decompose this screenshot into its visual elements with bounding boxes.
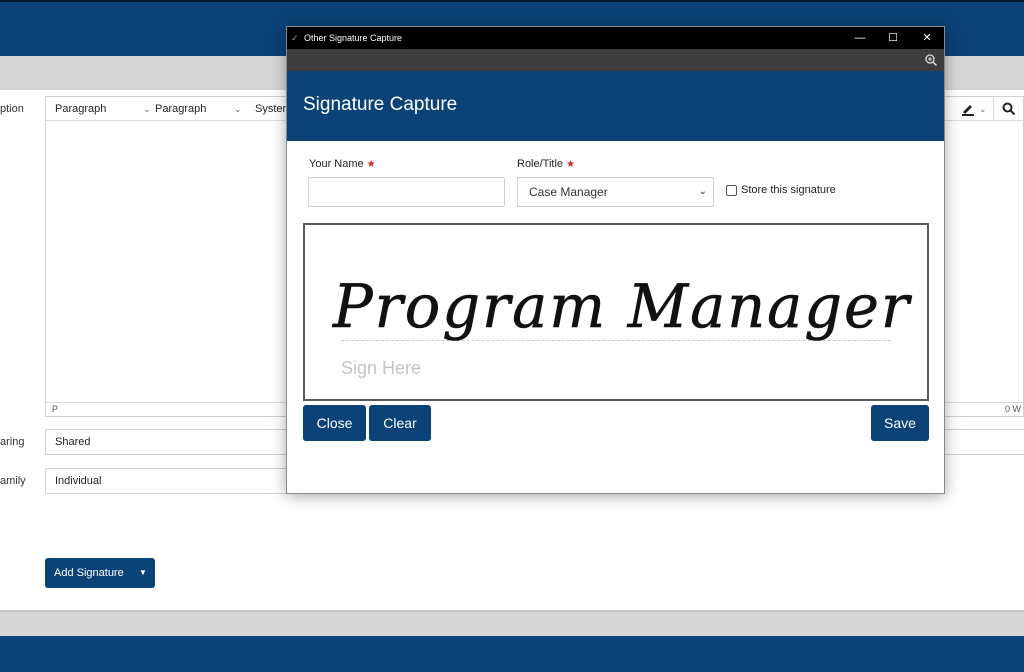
format-dropdown-2[interactable]: Paragraph ⌄ [155,97,251,121]
word-count: 0 W [1004,404,1021,414]
caret-down-icon[interactable]: ▼ [139,558,147,588]
minimize-button[interactable]: — [844,27,876,49]
signature-capture-window: ✓ Other Signature Capture — ☐ ✕ Signatur… [286,26,945,494]
format-dropdown-1[interactable]: Paragraph ⌄ [55,97,151,121]
role-title-label: Role/Title ★ [517,158,575,170]
app-bottom-band [0,636,1024,672]
format-dropdown-1-label: Paragraph [55,103,107,115]
zoom-icon[interactable] [924,53,938,67]
clear-button[interactable]: Clear [369,405,431,441]
format-dropdown-2-label: Paragraph [155,103,207,115]
close-button[interactable]: Close [303,405,366,441]
save-button[interactable]: Save [871,405,929,441]
family-label: amily [0,475,26,487]
your-name-label-text: Your Name [309,158,364,170]
chevron-down-icon: ⌄ [143,104,151,114]
sharing-select-extension [944,429,1024,455]
store-signature-checkbox[interactable] [726,185,737,196]
role-title-selected: Case Manager [529,185,608,199]
sharing-select-value: Shared [55,436,91,448]
dialog-title: Signature Capture [303,94,458,115]
highlighter-icon [962,105,974,116]
search-icon [1002,102,1016,116]
description-label: ption [0,103,24,115]
toolbar-divider [993,97,994,121]
your-name-input[interactable] [308,177,505,207]
role-title-label-text: Role/Title [517,158,564,170]
family-select-value: Individual [55,475,102,487]
app-icon: ✓ [291,33,299,43]
your-name-label: Your Name ★ [309,158,376,170]
store-signature-label: Store this signature [741,184,836,196]
search-button[interactable] [996,97,1023,121]
highlighter-button[interactable]: ⌄ [958,97,990,121]
window-titlebar[interactable]: ✓ Other Signature Capture — ☐ ✕ [287,27,944,49]
sharing-label: aring [0,436,25,448]
chevron-down-icon: ⌄ [234,104,242,114]
signature-pad[interactable]: Sign Here Program Manager [303,223,929,401]
window-title: Other Signature Capture [304,33,403,43]
chevron-down-icon: ⌄ [698,186,707,197]
add-signature-button[interactable]: Add Signature ▼ [45,558,155,588]
signature-stroke-text: Program Manager [332,272,912,342]
star-icon: ★ [366,159,376,170]
star-icon: ★ [566,159,576,170]
handwritten-signature: Program Manager [332,272,912,343]
role-title-select[interactable]: Case Manager ⌄ [517,177,714,207]
add-signature-label: Add Signature [54,567,124,579]
element-path: P [52,404,59,414]
chevron-down-icon: ⌄ [979,104,987,114]
app-footer-band [0,610,1024,636]
maximize-button[interactable]: ☐ [877,27,909,49]
close-window-button[interactable]: ✕ [911,27,943,49]
dialog-header: Signature Capture [287,71,944,141]
window-toolstrip [287,49,944,71]
